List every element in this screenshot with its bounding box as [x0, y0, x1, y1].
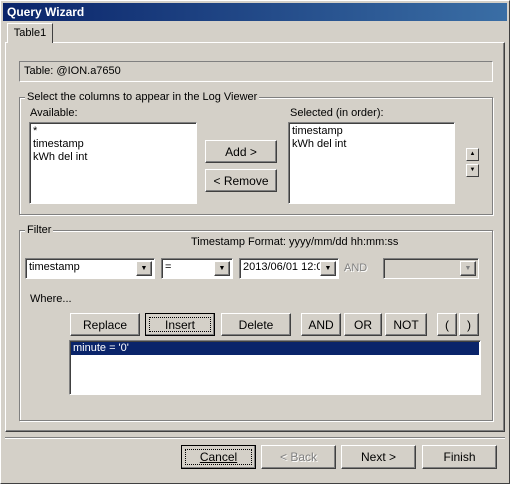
- available-list[interactable]: * timestamp kWh del int: [29, 122, 197, 204]
- open-paren-button[interactable]: (: [437, 313, 457, 336]
- or-button[interactable]: OR: [344, 313, 382, 336]
- tab-table1[interactable]: Table1: [7, 23, 53, 43]
- remove-button[interactable]: < Remove: [205, 169, 277, 192]
- move-up-button[interactable]: ▲: [466, 148, 479, 161]
- insert-focus-rect: [149, 317, 211, 332]
- selected-label: Selected (in order):: [290, 107, 384, 119]
- add-button[interactable]: Add >: [205, 140, 277, 163]
- list-item[interactable]: kWh del int: [292, 138, 451, 151]
- table-name-text: Table: @ION.a7650: [24, 65, 121, 77]
- move-down-button[interactable]: ▼: [466, 164, 479, 177]
- cancel-focus-rect: [185, 449, 252, 465]
- list-item[interactable]: *: [33, 125, 193, 138]
- list-item[interactable]: kWh del int: [33, 151, 193, 164]
- selected-list[interactable]: timestamp kWh del int: [288, 122, 455, 204]
- filter-group-legend: Filter: [25, 224, 54, 236]
- back-button: < Back: [261, 445, 336, 469]
- available-label: Available:: [30, 107, 78, 119]
- dropdown-button[interactable]: ▼: [214, 261, 230, 276]
- tab-label: Table1: [13, 27, 47, 39]
- where-label: Where...: [30, 293, 72, 305]
- arrow-up-icon: ▲: [469, 151, 476, 157]
- operator-select-value: =: [165, 261, 172, 273]
- next-button[interactable]: Next >: [341, 445, 416, 469]
- and-button[interactable]: AND: [301, 313, 341, 336]
- chevron-down-icon: ▼: [140, 265, 148, 272]
- dropdown-button[interactable]: ▼: [136, 261, 152, 276]
- columns-group-legend: Select the columns to appear in the Log …: [25, 91, 260, 103]
- replace-button[interactable]: Replace: [70, 313, 140, 336]
- footer-separator-highlight: [5, 438, 505, 439]
- date-picker-value: 2013/06/01 12:00: [243, 261, 329, 273]
- title-bar[interactable]: Query Wizard: [3, 3, 507, 21]
- not-button[interactable]: NOT: [385, 313, 427, 336]
- table-name-field: Table: @ION.a7650: [19, 61, 493, 82]
- list-item[interactable]: timestamp: [292, 125, 451, 138]
- where-list[interactable]: minute = '0': [69, 340, 481, 395]
- operator-select[interactable]: = ▼: [161, 258, 233, 279]
- field-select-value: timestamp: [29, 261, 80, 273]
- list-item[interactable]: minute = '0': [71, 342, 479, 355]
- query-wizard-window: Query Wizard Table1 Table: @ION.a7650 Se…: [0, 0, 510, 484]
- dropdown-button[interactable]: ▼: [320, 261, 336, 276]
- date-picker[interactable]: 2013/06/01 12:00 ▼: [239, 258, 339, 279]
- chevron-down-icon: ▼: [464, 265, 472, 272]
- second-date-select: ▼: [383, 258, 479, 279]
- dropdown-button: ▼: [460, 261, 476, 276]
- window-title: Query Wizard: [7, 5, 85, 19]
- arrow-down-icon: ▼: [469, 167, 476, 173]
- timestamp-format-label: Timestamp Format: yyyy/mm/dd hh:mm:ss: [191, 236, 399, 248]
- field-select[interactable]: timestamp ▼: [25, 258, 155, 279]
- list-item[interactable]: timestamp: [33, 138, 193, 151]
- chevron-down-icon: ▼: [324, 265, 332, 272]
- delete-button[interactable]: Delete: [221, 313, 291, 336]
- and-label: AND: [344, 262, 368, 274]
- finish-button[interactable]: Finish: [422, 445, 497, 469]
- chevron-down-icon: ▼: [218, 265, 226, 272]
- close-paren-button[interactable]: ): [459, 313, 479, 336]
